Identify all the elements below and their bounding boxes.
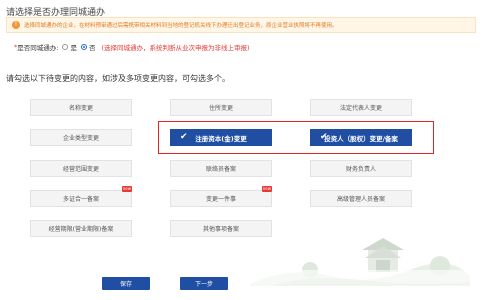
- new-badge: new: [261, 186, 272, 192]
- option-company-type-change[interactable]: 企业类型变更: [30, 129, 132, 146]
- option-other-filing[interactable]: 其他事项备案: [170, 220, 272, 237]
- option-label: 住所变更: [208, 105, 233, 112]
- option-label: 高级管理人员备案: [336, 196, 385, 203]
- warning-icon: !: [12, 21, 20, 29]
- radio-no-label[interactable]: 否: [89, 42, 96, 52]
- option-address-change[interactable]: 住所变更: [170, 99, 272, 116]
- option-business-term-filing[interactable]: 经营期限(营业期限)备案: [30, 220, 132, 237]
- option-label: 经营期限(营业期限)备案: [48, 226, 114, 233]
- option-registered-capital-change[interactable]: ✔ 注册资本(金)变更: [170, 129, 272, 146]
- same-city-label: 是否同城通办:: [17, 44, 59, 52]
- option-legal-rep-change[interactable]: 法定代表人变更: [310, 99, 412, 116]
- option-label: 其他事项备案: [202, 226, 239, 233]
- option-label: 联络员备案: [205, 166, 236, 173]
- next-step-button[interactable]: 下一步: [180, 277, 228, 290]
- option-label: 多证合一备案: [62, 196, 99, 203]
- instruction-text: 请勾选以下待变更的内容，如涉及多项变更内容，可勾选多个。: [6, 74, 230, 83]
- notice-banner: ! 选择同城通办的企业，在材料预审通过后需携带相关材料到当地的登记机关线下办理迁…: [6, 17, 476, 33]
- same-city-field: * 是否同城通办: 是 否 (选择同城通办，系统判断从业次申报为非线上审报): [14, 42, 250, 52]
- option-label: 经营范围变更: [62, 166, 99, 173]
- new-badge: new: [121, 186, 132, 192]
- option-finance-manager[interactable]: 财务负责人: [310, 160, 412, 177]
- option-multi-cert-filing[interactable]: 多证合一备案 new: [30, 186, 132, 207]
- save-button[interactable]: 保存: [102, 277, 150, 290]
- option-label: 名称变更: [68, 105, 93, 112]
- radio-yes-label[interactable]: 是: [70, 42, 77, 52]
- radio-yes[interactable]: [62, 44, 69, 50]
- check-icon: ✔: [320, 132, 328, 142]
- option-name-change[interactable]: 名称变更: [30, 99, 132, 116]
- option-senior-manager-filing[interactable]: 高级管理人员备案: [310, 190, 412, 207]
- option-one-change-matter[interactable]: 变更一件事 new: [170, 186, 272, 207]
- option-investor-change[interactable]: ✔ 投资人（股权）变更/备案: [310, 129, 412, 146]
- option-label: 企业类型变更: [62, 135, 99, 142]
- option-label: 变更一件事: [205, 196, 236, 203]
- check-icon: ✔: [180, 132, 188, 142]
- same-city-hint: (选择同城通办，系统判断从业次申报为非线上审报): [101, 44, 250, 52]
- option-business-scope-change[interactable]: 经营范围变更: [30, 160, 132, 177]
- option-liaison-filing[interactable]: 联络员备案: [170, 160, 272, 177]
- notice-text: 选择同城通办的企业，在材料预审通过后需携带相关材料到当地的登记机关线下办理迁出登…: [24, 23, 338, 29]
- option-label: 投资人（股权）变更/备案: [324, 134, 398, 143]
- button-row: [0, 270, 484, 300]
- option-label: 财务负责人: [345, 166, 376, 173]
- option-label: 注册资本(金)变更: [195, 134, 247, 143]
- option-label: 法定代表人变更: [339, 105, 382, 112]
- radio-no[interactable]: [80, 44, 87, 50]
